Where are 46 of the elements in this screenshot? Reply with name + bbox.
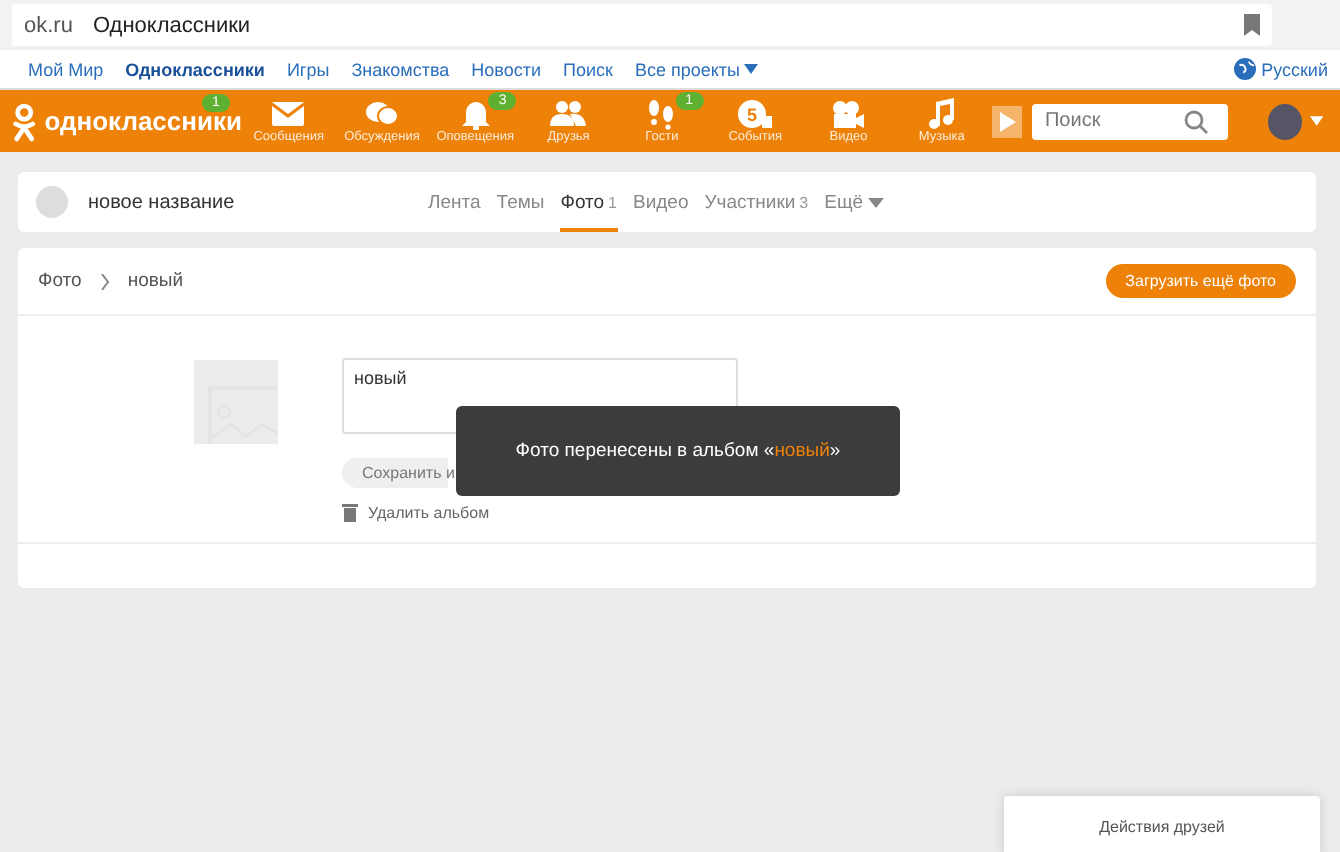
group-name[interactable]: новое название — [88, 191, 428, 213]
site-logo-text[interactable]: одноклассники — [44, 106, 242, 136]
music-note-icon — [923, 98, 960, 130]
envelope-icon — [270, 98, 307, 130]
more-tab[interactable]: Ещё — [824, 172, 884, 232]
toast-message: Фото перенесены в альбом «новый» — [515, 440, 841, 462]
group-tab[interactable]: Лента — [428, 172, 481, 232]
play-icon[interactable] — [992, 105, 1023, 137]
language-link[interactable]: Русский — [1261, 59, 1328, 79]
portal-link[interactable]: Знакомства — [351, 59, 450, 79]
search-icon[interactable] — [1184, 109, 1209, 133]
camera-icon — [830, 98, 867, 130]
caret-icon — [867, 197, 884, 207]
chevron-icon — [99, 273, 110, 289]
caret-icon[interactable] — [1310, 116, 1324, 126]
portal-link[interactable]: Новости — [471, 59, 541, 79]
bookmark-icon[interactable] — [1244, 14, 1260, 36]
all-projects-link[interactable]: Все проекты — [634, 59, 758, 79]
group-tab[interactable]: Участники 3 — [704, 172, 809, 232]
portal-link[interactable]: Мой Мир — [28, 59, 104, 79]
group-tab[interactable]: Видео — [633, 172, 689, 232]
address-bar[interactable]: ok.ru Одноклассники — [12, 4, 1272, 46]
album-cover-icon — [194, 360, 278, 444]
caret-icon — [743, 64, 758, 74]
breadcrumb-link[interactable]: Фото — [38, 270, 82, 292]
page-title: Одноклассники — [92, 13, 253, 37]
people-icon — [550, 98, 587, 130]
logo-icon[interactable] — [12, 101, 37, 141]
breadcrumb-current: новый — [127, 270, 184, 292]
upload-button[interactable]: Загрузить ещё фото — [1105, 264, 1296, 298]
globe-icon — [1233, 58, 1256, 80]
album-link[interactable]: новый — [774, 440, 830, 462]
delete-album-link[interactable]: Удалить альбом — [368, 503, 490, 521]
group-tab[interactable]: Темы — [496, 172, 545, 232]
bell-icon — [457, 98, 494, 130]
group-avatar-icon — [36, 186, 68, 218]
portal-link[interactable]: Поиск — [562, 59, 613, 79]
portal-link[interactable]: Одноклассники — [125, 59, 265, 79]
trash-icon — [342, 502, 358, 522]
avatar-icon[interactable] — [1268, 103, 1303, 139]
search-box[interactable]: Поиск — [1032, 103, 1229, 139]
portal-link[interactable]: Игры — [286, 59, 330, 79]
friends-activity-panel[interactable]: Действия друзей — [1004, 796, 1320, 852]
group-tab[interactable]: Фото 1 — [560, 172, 617, 232]
speech-bubbles-icon — [363, 98, 400, 130]
url-text: ok.ru — [24, 13, 73, 37]
